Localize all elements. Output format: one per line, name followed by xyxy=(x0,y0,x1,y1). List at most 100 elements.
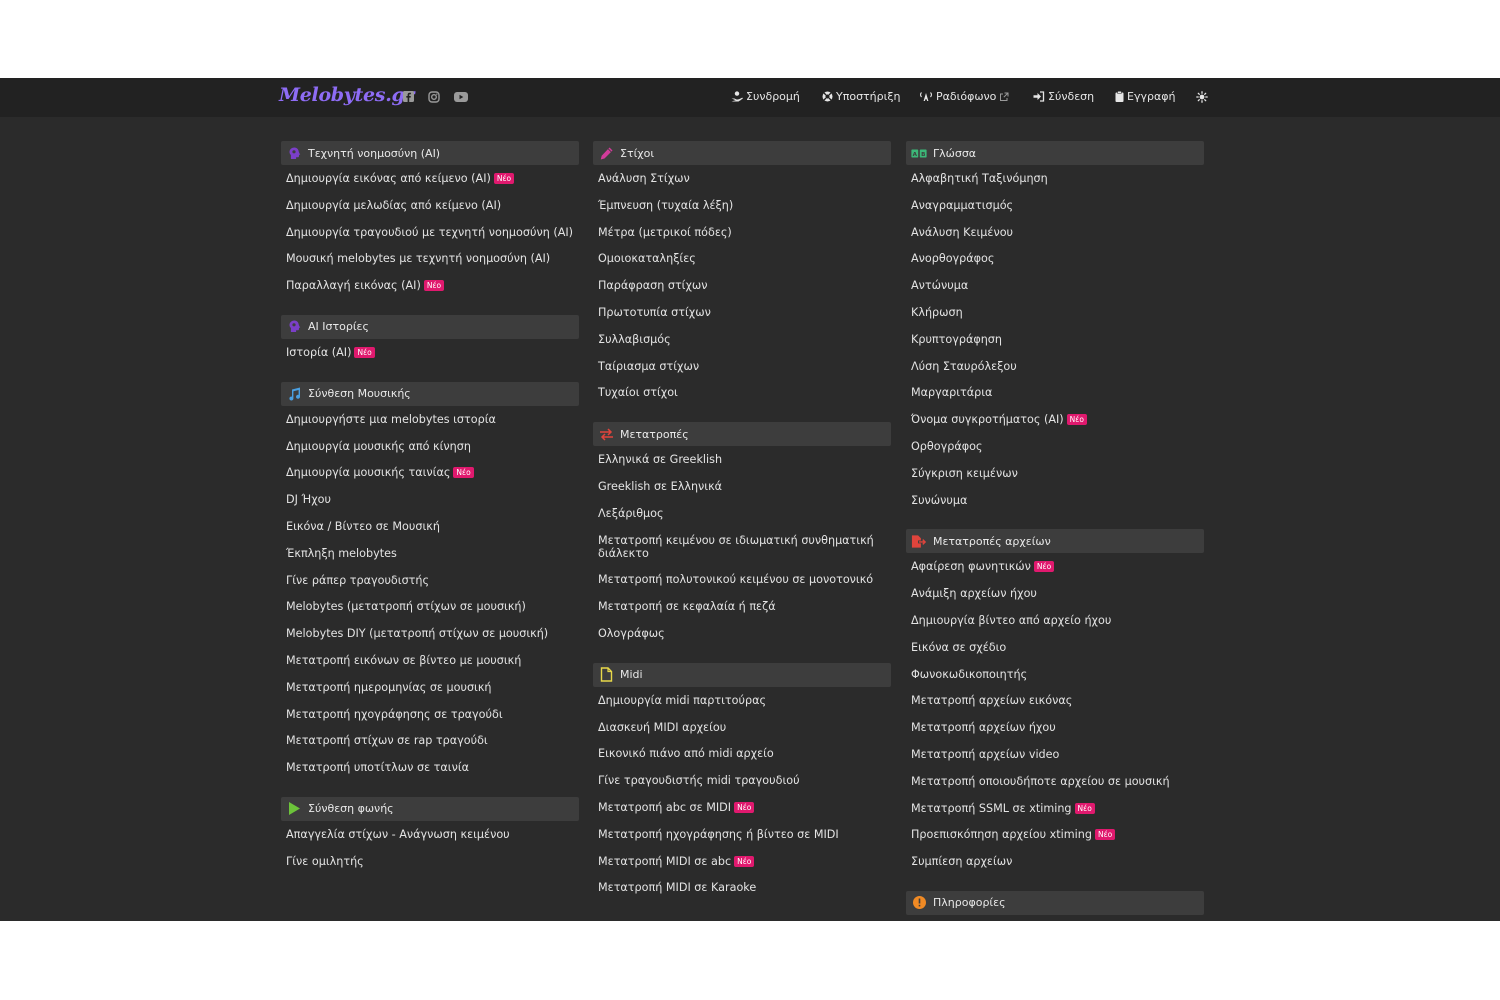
menu-link[interactable]: Μετατροπή αρχείων video xyxy=(911,742,1204,769)
menu-link[interactable]: Μετατροπή στίχων σε rap τραγούδι xyxy=(286,728,579,755)
menu-link[interactable]: Μετατροπή ηχογράφησης σε τραγούδι xyxy=(286,702,579,729)
facebook-icon[interactable] xyxy=(403,91,414,102)
menu-link[interactable]: Εικόνα / Βίντεο σε Μουσική xyxy=(286,514,579,541)
instagram-icon[interactable] xyxy=(428,91,440,103)
menu-link[interactable]: Τυχαίοι στίχοι xyxy=(598,380,891,407)
menu-link[interactable]: Μετατροπή MIDI σε abc Νέο xyxy=(598,849,891,876)
menu-link[interactable]: Κρυπτογράφηση xyxy=(911,327,1204,354)
menu-link[interactable]: Αλφαβητική Ταξινόμηση xyxy=(911,166,1204,193)
menu-link[interactable]: Μετατροπή κειμένου σε ιδιωματική συνθημα… xyxy=(598,528,883,568)
menu-link[interactable]: Μετατροπή ημερομηνίας σε μουσική xyxy=(286,675,579,702)
menu-link[interactable]: Δημιουργία μουσικής ταινίας Νέο xyxy=(286,460,579,487)
section-title: AI Ιστορίες xyxy=(308,320,369,334)
menu-link[interactable]: Ανάλυση Κειμένου xyxy=(911,220,1204,247)
menu-link[interactable]: DJ Ήχου xyxy=(286,487,579,514)
menu-section: Midi Δημιουργία midi παρτιτούρας Διασκευή … xyxy=(593,662,891,902)
menu-link-label: Αναγραμματισμός xyxy=(911,198,1014,212)
file-icon xyxy=(598,667,614,683)
menu-link[interactable]: Ταίριασμα στίχων xyxy=(598,354,891,381)
menu-link[interactable]: Melobytes (μετατροπή στίχων σε μουσική) xyxy=(286,594,579,621)
register-link[interactable]: Εγγραφή xyxy=(1115,90,1175,103)
youtube-icon[interactable] xyxy=(454,92,468,102)
menu-link[interactable]: Συνώνυμα xyxy=(911,488,1204,515)
menu-link[interactable]: Γίνε τραγουδιστής midi τραγουδιού xyxy=(598,768,891,795)
menu-link-label: Έκπληξη melobytes xyxy=(286,546,397,560)
menu-link[interactable]: Λεξάριθμος xyxy=(598,501,891,528)
menu-link[interactable]: Εικόνα σε σχέδιο xyxy=(911,635,1204,662)
menu-link[interactable]: Προεπισκόπηση αρχείου xtiming Νέο xyxy=(911,822,1204,849)
menu-link[interactable]: Ανορθογράφος xyxy=(911,246,1204,273)
menu-link-label: Melobytes (μετατροπή στίχων σε μουσική) xyxy=(286,600,526,614)
menu-link[interactable]: Μετατροπή αρχείων ήχου xyxy=(911,715,1204,742)
menu-link[interactable]: Διασκευή MIDI αρχείου xyxy=(598,715,891,742)
menu-link[interactable]: Δημιουργία εικόνας από κείμενο (AI) Νέο xyxy=(286,166,579,193)
subscription-link[interactable]: Συνδρομή xyxy=(731,90,800,103)
menu-link[interactable]: Δημιουργία μουσικής από κίνηση xyxy=(286,434,579,461)
menu-link[interactable]: Μουσική melobytes με τεχνητή νοημοσύνη (… xyxy=(286,246,579,273)
menu-link[interactable]: Melobytes DIY (μετατροπή στίχων σε μουσι… xyxy=(286,621,579,648)
menu-link[interactable]: Σύγκριση κειμένων xyxy=(911,461,1204,488)
menu-section: AI Ιστορίες Ιστορία (AI) Νέο xyxy=(281,314,579,367)
section-header: Μετατροπές αρχείων xyxy=(906,529,1204,554)
menu-link[interactable]: Έμπνευση (τυχαία λέξη) xyxy=(598,193,891,220)
menu-link[interactable]: Εικονικό πιάνο από midi αρχείο xyxy=(598,741,891,768)
menu-link[interactable]: Αφαίρεση φωνητικών Νέο xyxy=(911,554,1204,581)
menu-link[interactable]: Φωνοκωδικοποιητής xyxy=(911,662,1204,689)
menu-link[interactable]: Μέτρα (μετρικοί πόδες) xyxy=(598,220,891,247)
support-link[interactable]: Υποστήριξη xyxy=(822,90,900,103)
menu-link[interactable]: Όνομα συγκροτήματος (AI) Νέο xyxy=(911,407,1204,434)
menu-link[interactable]: Αντώνυμα xyxy=(911,273,1204,300)
menu-link[interactable]: Μετατροπή MIDI σε Karaoke xyxy=(598,875,891,902)
login-label: Σύνδεση xyxy=(1048,90,1095,103)
music-note-icon xyxy=(286,386,302,402)
menu-link[interactable]: Μετατροπή SSML σε xtiming Νέο xyxy=(911,796,1204,823)
menu-link[interactable]: Γίνε ομιλητής xyxy=(286,849,579,876)
section-link-list: Ιστορία (AI) Νέο xyxy=(281,339,579,367)
menu-link[interactable]: Γίνε ράπερ τραγουδιστής xyxy=(286,568,579,595)
menu-link[interactable]: Ανάλυση Στίχων xyxy=(598,166,891,193)
menu-link[interactable]: Παραλλαγή εικόνας (AI) Νέο xyxy=(286,273,579,300)
swap-arrows-icon xyxy=(598,426,614,442)
menu-link[interactable]: Ορθογράφος xyxy=(911,434,1204,461)
menu-link[interactable]: Μετατροπή εικόνων σε βίντεο με μουσική xyxy=(286,648,579,675)
login-link[interactable]: Σύνδεση xyxy=(1033,90,1094,103)
menu-link[interactable]: Μετατροπή πολυτονικού κειμένου σε μονοτο… xyxy=(598,567,891,594)
menu-link[interactable]: Greeklish σε Ελληνικά xyxy=(598,474,891,501)
menu-link[interactable]: Μετατροπή ηχογράφησης ή βίντεο σε MIDI xyxy=(598,822,891,849)
new-badge: Νέο xyxy=(1033,561,1055,573)
menu-link[interactable]: Πρωτοτυπία στίχων xyxy=(598,300,891,327)
menu-link[interactable]: Μετατροπή οποιουδήποτε αρχείου σε μουσικ… xyxy=(911,769,1204,796)
menu-link[interactable]: Ανάμιξη αρχείων ήχου xyxy=(911,581,1204,608)
menu-link[interactable]: Δημιουργία midi παρτιτούρας xyxy=(598,688,891,715)
menu-link[interactable]: Δημιουργία μελωδίας από κείμενο (AI) xyxy=(286,193,579,220)
menu-link[interactable]: Μαργαριτάρια xyxy=(911,380,1204,407)
menu-link[interactable]: Ιστορία (AI) Νέο xyxy=(286,340,579,367)
menu-link[interactable]: Ελληνικά σε Greeklish xyxy=(598,447,891,474)
section-header: A B Γλώσσα xyxy=(906,141,1204,165)
menu-link[interactable]: Ολογράφως xyxy=(598,621,891,648)
menu-link[interactable]: Συλλαβισμός xyxy=(598,327,891,354)
menu-link[interactable]: Λύση Σταυρόλεξου xyxy=(911,354,1204,381)
menu-link[interactable]: Απαγγελία στίχων - Ανάγνωση κειμένου xyxy=(286,822,579,849)
menu-link[interactable]: Μετατροπή υποτίτλων σε ταινία xyxy=(286,755,579,782)
theme-toggle[interactable] xyxy=(1196,91,1208,103)
menu-link[interactable]: Παράφραση στίχων xyxy=(598,273,891,300)
site-logo[interactable]: Melobytes.gr xyxy=(279,84,415,106)
radio-link[interactable]: Ραδιόφωνο xyxy=(919,90,1009,103)
menu-link-label: Δημιουργήστε μια melobytes ιστορία xyxy=(286,412,496,426)
menu-link[interactable]: Μετατροπή abc σε MIDI Νέο xyxy=(598,795,891,822)
menu-section: Μετατροπές αρχείων Αφαίρεση φωνητικών Νέο Α… xyxy=(906,529,1204,876)
menu-link[interactable]: Κλήρωση xyxy=(911,300,1204,327)
section-link-list: Δημιουργία midi παρτιτούρας Διασκευή MIDI… xyxy=(593,687,891,902)
menu-link-label: Εικόνα σε σχέδιο xyxy=(911,640,1007,654)
menu-link[interactable]: Δημιουργήστε μια melobytes ιστορία xyxy=(286,407,579,434)
menu-link[interactable]: Μετατροπή σε κεφαλαία ή πεζά xyxy=(598,594,891,621)
menu-link[interactable]: Δημιουργία βίντεο από αρχείο ήχου xyxy=(911,608,1204,635)
menu-link[interactable]: Ομοιοκαταληξίες xyxy=(598,246,891,273)
menu-link[interactable]: Αναγραμματισμός xyxy=(911,193,1204,220)
menu-link[interactable]: Μετατροπή αρχείων εικόνας xyxy=(911,688,1204,715)
menu-link[interactable]: Συμπίεση αρχείων xyxy=(911,849,1204,876)
menu-link[interactable]: Δημιουργία τραγουδιού με τεχνητή νοημοσύ… xyxy=(286,220,579,247)
menu-link[interactable]: Έκπληξη melobytes xyxy=(286,541,579,568)
menu-link-label: Ελληνικά σε Greeklish xyxy=(598,453,723,467)
